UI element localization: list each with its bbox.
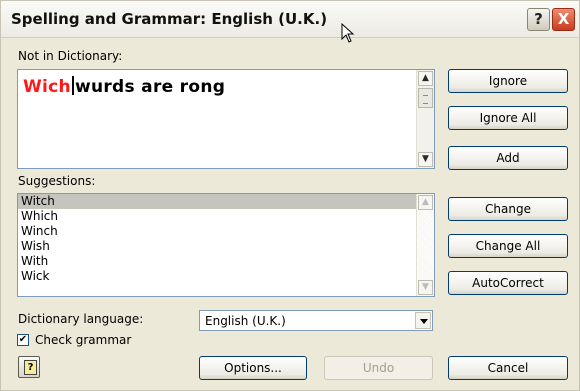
- sentence-text: Wich wurds are rong: [23, 76, 225, 97]
- scroll-thumb[interactable]: [418, 88, 433, 108]
- mouse-pointer-icon: [341, 23, 355, 43]
- title-bar[interactable]: Spelling and Grammar: English (U.K.) ? X: [1, 1, 579, 43]
- add-button[interactable]: Add: [448, 146, 568, 170]
- text-caret: [71, 76, 74, 95]
- autocorrect-button[interactable]: AutoCorrect: [448, 271, 568, 295]
- dialog-title: Spelling and Grammar: English (U.K.): [11, 10, 328, 28]
- scroll-up-arrow-icon[interactable]: ▲: [418, 195, 433, 210]
- list-item[interactable]: Winch: [18, 224, 434, 239]
- dictionary-language-value: English (U.K.): [205, 314, 286, 328]
- options-button[interactable]: Options...: [199, 356, 307, 380]
- scroll-up-arrow-icon[interactable]: ▲: [418, 71, 433, 86]
- close-button[interactable]: X: [552, 8, 575, 31]
- list-item[interactable]: Wish: [18, 239, 434, 254]
- ignore-button[interactable]: Ignore: [448, 69, 568, 93]
- undo-button[interactable]: Undo: [324, 356, 433, 380]
- not-in-dictionary-label: Not in Dictionary:: [18, 49, 123, 63]
- ignore-all-button[interactable]: Ignore All: [448, 106, 568, 130]
- suggestions-list[interactable]: Witch Which Winch Wish With Wick ▲ ▼: [17, 193, 435, 297]
- flagged-word[interactable]: Wich: [23, 77, 71, 97]
- sentence-rest[interactable]: wurds are rong: [75, 77, 225, 97]
- editor-scrollbar[interactable]: ▲ ▼: [416, 70, 434, 168]
- scroll-down-arrow-icon[interactable]: ▼: [418, 280, 433, 295]
- check-grammar-label[interactable]: Check grammar: [35, 333, 131, 347]
- dictionary-language-label: Dictionary language:: [18, 312, 144, 326]
- office-assistant-help-button[interactable]: ?: [18, 356, 40, 378]
- help-question-icon: ?: [24, 360, 37, 375]
- list-item[interactable]: With: [18, 254, 434, 269]
- not-in-dictionary-text-box[interactable]: Wich wurds are rong ▲ ▼: [17, 69, 435, 169]
- change-all-button[interactable]: Change All: [448, 234, 568, 258]
- scroll-down-arrow-icon[interactable]: ▼: [418, 152, 433, 167]
- chevron-down-icon[interactable]: [415, 312, 431, 329]
- suggestions-label: Suggestions:: [18, 174, 96, 188]
- check-grammar-checkbox[interactable]: ✔: [17, 334, 29, 346]
- list-item[interactable]: Which: [18, 209, 434, 224]
- list-item[interactable]: Witch: [18, 194, 434, 209]
- cancel-button[interactable]: Cancel: [448, 356, 568, 380]
- dictionary-language-select[interactable]: English (U.K.): [199, 310, 433, 331]
- help-title-button[interactable]: ?: [527, 8, 550, 31]
- suggestions-scrollbar[interactable]: ▲ ▼: [416, 194, 434, 296]
- change-button[interactable]: Change: [448, 197, 568, 221]
- spelling-grammar-dialog: Spelling and Grammar: English (U.K.) ? X…: [0, 0, 580, 391]
- list-item[interactable]: Wick: [18, 269, 434, 284]
